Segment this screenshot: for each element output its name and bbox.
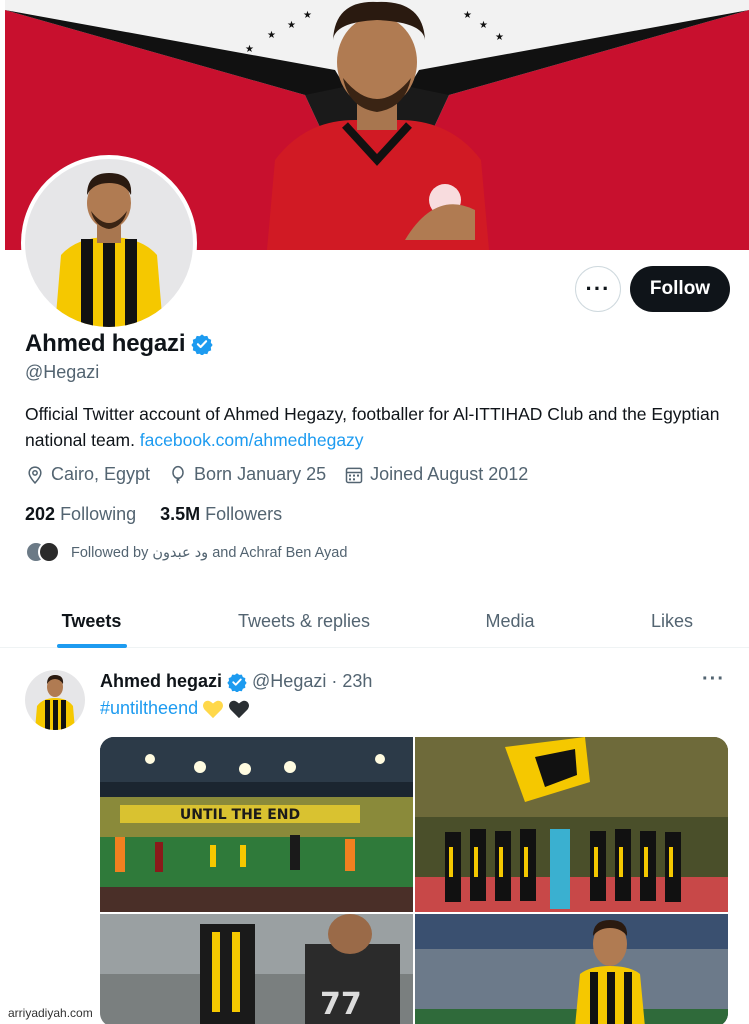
- followed-by-text: Followed by ود عبدون and Achraf Ben Ayad: [71, 545, 348, 561]
- balloon-icon: [172, 465, 184, 484]
- following-link[interactable]: 202 Following: [25, 504, 136, 525]
- black-heart-icon: [229, 700, 250, 718]
- watermark: arriyadiyah.com: [6, 1006, 95, 1020]
- location-text: Cairo, Egypt: [51, 464, 151, 484]
- more-options-button[interactable]: ···: [575, 266, 621, 312]
- verified-badge-icon: [191, 334, 213, 355]
- tweet-text: #untiltheend: [100, 698, 250, 719]
- follow-button[interactable]: Follow: [630, 266, 730, 312]
- svg-text:★: ★: [267, 30, 276, 41]
- portrait-photo: [415, 914, 728, 1024]
- yellow-heart-icon: [203, 700, 224, 718]
- stadium-banner-text: UNTIL THE END: [180, 807, 300, 823]
- followers-label: Followers: [205, 504, 283, 524]
- profile-display-name: Ahmed hegazi: [25, 330, 186, 357]
- following-count: 202: [25, 504, 56, 524]
- tab-label: Tweets & replies: [237, 611, 371, 631]
- profile-meta: Cairo, Egypt Born January 25 Joined Augu…: [25, 464, 528, 485]
- tweet-more-button[interactable]: ···: [702, 668, 725, 691]
- profile-avatar[interactable]: [21, 155, 197, 331]
- svg-text:★: ★: [287, 20, 296, 31]
- location-pin-icon: [28, 465, 42, 484]
- tab-label: Tweets: [61, 611, 122, 631]
- tweet-author-handle[interactable]: @Hegazi: [252, 671, 326, 692]
- bio-text: Official Twitter account of Ahmed Hegazy…: [25, 404, 720, 450]
- bio-link[interactable]: facebook.com/ahmedhegazy: [140, 430, 364, 450]
- following-label: Following: [60, 504, 137, 524]
- profile-stats: 202 Following 3.5M Followers: [25, 504, 282, 525]
- profile-tabs: Tweets Tweets & replies Media Likes: [0, 596, 749, 648]
- tweet-timestamp[interactable]: 23h: [342, 671, 372, 692]
- followed-by-row[interactable]: Followed by ود عبدون and Achraf Ben Ayad: [25, 541, 347, 565]
- tweet-separator: ·: [331, 671, 338, 691]
- tab-likes[interactable]: Likes: [595, 596, 749, 647]
- action-photo: 77: [100, 914, 413, 1024]
- tab-label: Media: [485, 611, 535, 631]
- tweet-photo-stadium[interactable]: UNTIL THE END: [100, 737, 413, 912]
- followed-by-avatars: [25, 541, 61, 565]
- tweet-avatar[interactable]: [25, 670, 85, 730]
- hashtag-link[interactable]: #untiltheend: [100, 698, 198, 719]
- followers-count: 3.5M: [160, 504, 201, 524]
- avatar-image: [25, 670, 85, 730]
- tweet-photo-action[interactable]: 77: [100, 914, 413, 1024]
- joined-text: Joined August 2012: [370, 464, 529, 484]
- meta-location: Cairo, Egypt: [25, 464, 150, 485]
- svg-text:★: ★: [479, 20, 488, 31]
- tweet-photo-portrait[interactable]: [415, 914, 728, 1024]
- svg-text:★: ★: [463, 10, 472, 21]
- meta-joined: Joined August 2012: [344, 464, 528, 485]
- jersey-number: 77: [320, 987, 362, 1022]
- verified-badge-icon: [227, 672, 247, 692]
- profile-name-row: Ahmed hegazi: [25, 330, 213, 358]
- tab-tweets-replies[interactable]: Tweets & replies: [183, 596, 425, 647]
- birthday-text: Born January 25: [194, 464, 327, 484]
- followers-link[interactable]: 3.5M Followers: [160, 504, 282, 525]
- svg-text:★: ★: [495, 32, 504, 43]
- profile-handle: @Hegazi: [25, 362, 100, 382]
- svg-text:★: ★: [303, 10, 312, 21]
- tweet-photo-team[interactable]: [415, 737, 728, 912]
- tweet-media-grid: UNTIL THE END 77: [100, 737, 728, 1024]
- svg-text:★: ★: [245, 44, 254, 55]
- tab-media[interactable]: Media: [425, 596, 595, 647]
- tab-tweets[interactable]: Tweets: [0, 596, 183, 647]
- avatar: [38, 541, 60, 563]
- calendar-icon: [345, 467, 363, 483]
- tweet-header: Ahmed hegazi @Hegazi · 23h: [100, 671, 372, 692]
- tweet-author-name[interactable]: Ahmed hegazi: [100, 671, 222, 692]
- tab-label: Likes: [650, 611, 694, 631]
- stadium-photo: UNTIL THE END: [100, 737, 413, 912]
- avatar-image: [25, 159, 193, 327]
- team-photo: [415, 737, 728, 912]
- profile-bio: Official Twitter account of Ahmed Hegazy…: [25, 401, 725, 453]
- meta-birthday: Born January 25: [168, 464, 326, 485]
